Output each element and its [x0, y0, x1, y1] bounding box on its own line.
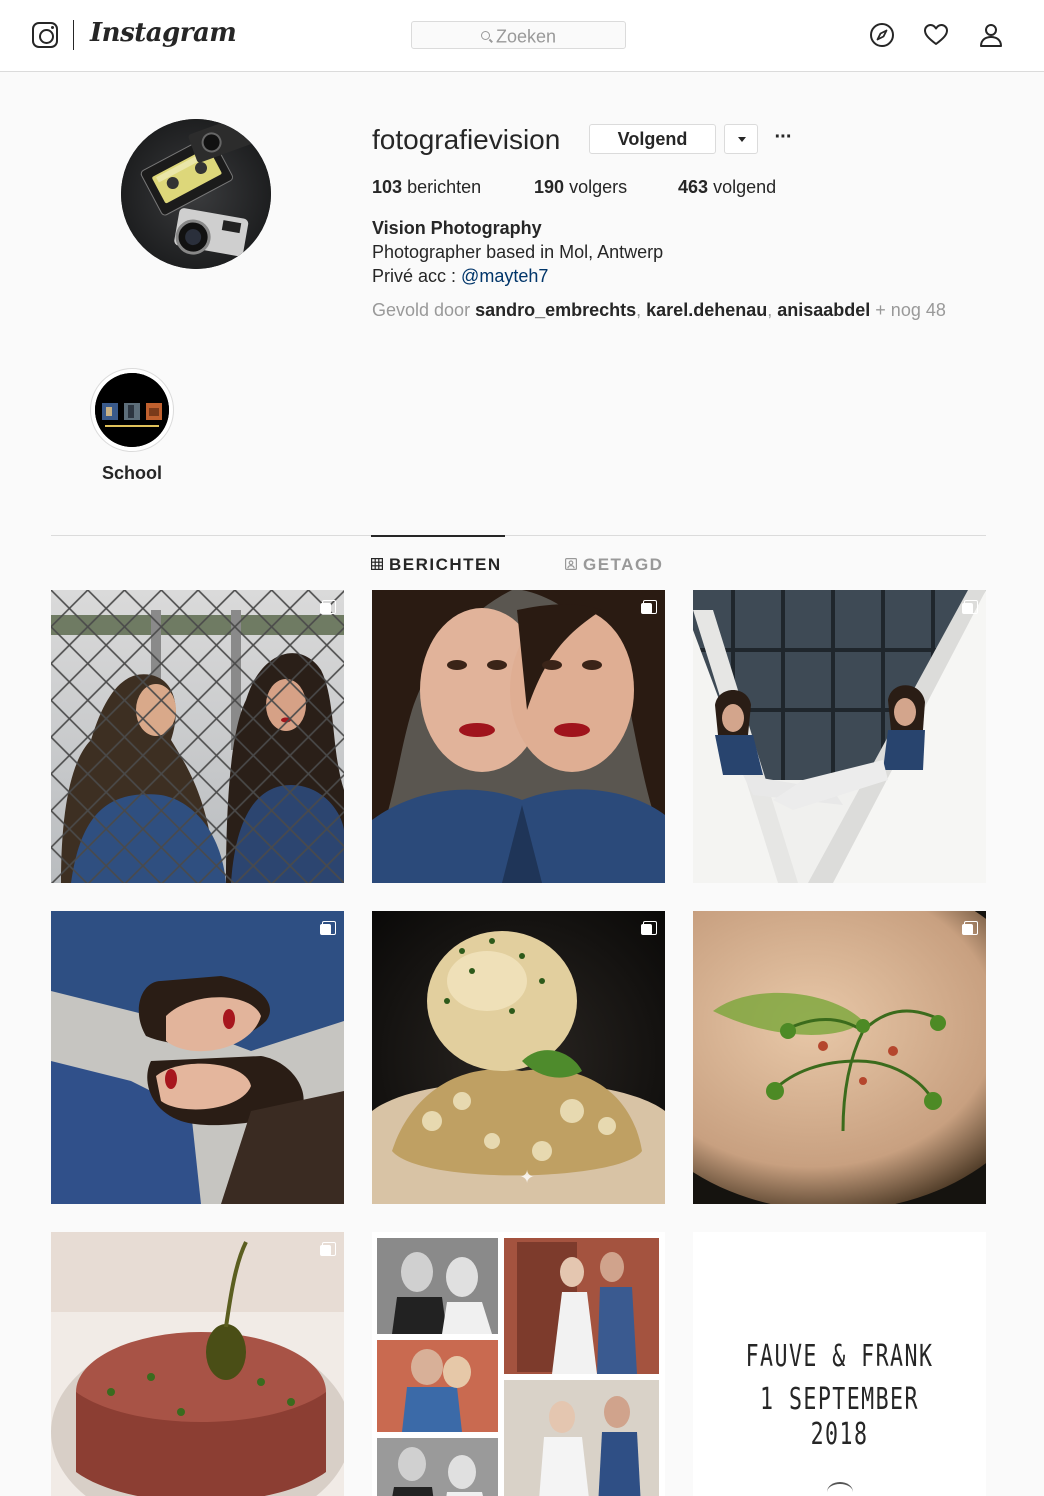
tab-tagged[interactable]: GETAGD	[565, 555, 663, 575]
tabs-divider	[51, 535, 986, 536]
profile-full-name: Vision Photography	[372, 218, 542, 238]
highlight-label: School	[101, 463, 162, 483]
instagram-camera-icon[interactable]	[32, 22, 58, 48]
following-count: 463	[678, 177, 709, 197]
multiple-images-icon	[962, 600, 978, 614]
post-thumbnail[interactable]	[51, 911, 344, 1204]
instagram-wordmark[interactable]: Instagram	[90, 18, 237, 48]
compass-icon[interactable]	[869, 22, 895, 48]
search-input[interactable]: Zoeken	[411, 21, 626, 49]
post-image	[372, 590, 665, 883]
ellipsis-icon[interactable]: ···	[772, 126, 794, 152]
posts-label: berichten	[407, 177, 482, 197]
followed-by[interactable]: Gevold door sandro_embrechts, karel.dehe…	[372, 300, 946, 321]
tab-posts-label: BERICHTEN	[389, 555, 502, 574]
profile-bio-line: Photographer based in Mol, Antwerp	[372, 242, 664, 262]
profile-icon[interactable]	[978, 22, 1004, 48]
profile-bio-line: Privé acc : @mayteh7	[372, 266, 548, 287]
bio-mention-link[interactable]: @mayteh7	[461, 266, 548, 286]
highlight-cover	[95, 373, 169, 447]
following-label: volgend	[713, 177, 777, 197]
followers-label: volgers	[569, 177, 628, 197]
post-image	[372, 1232, 665, 1496]
post-thumbnail[interactable]	[51, 1232, 344, 1496]
followed-by-user[interactable]: sandro_embrechts	[475, 300, 636, 320]
post-thumbnail[interactable]	[693, 590, 986, 883]
active-tab-indicator	[371, 535, 505, 537]
heart-icon[interactable]	[923, 22, 949, 48]
multiple-images-icon	[320, 600, 336, 614]
followed-by-user[interactable]: anisaabdel	[777, 300, 870, 320]
post-image	[51, 911, 344, 1204]
multiple-images-icon	[962, 921, 978, 935]
search-placeholder: Zoeken	[495, 26, 557, 47]
post-thumbnail[interactable]	[51, 590, 344, 883]
multiple-images-icon	[641, 921, 657, 935]
post-image	[693, 911, 986, 1204]
top-nav: Instagram Zoeken	[0, 0, 1044, 72]
profile-avatar[interactable]	[121, 119, 271, 269]
post-thumbnail[interactable]	[372, 590, 665, 883]
posts-count: 103	[372, 177, 403, 197]
following-stat[interactable]: 463 volgend	[678, 177, 776, 198]
multiple-images-icon	[320, 1242, 336, 1256]
tab-posts[interactable]: BERICHTEN	[371, 555, 502, 575]
suggestions-dropdown-button[interactable]	[724, 124, 758, 154]
search-icon	[480, 31, 490, 40]
vision-watermark-icon	[827, 1482, 853, 1496]
profile-username: fotografievision	[372, 124, 561, 155]
tab-tagged-label: GETAGD	[583, 555, 664, 574]
multiple-images-icon	[320, 921, 336, 935]
post-image	[51, 590, 344, 883]
followers-count: 190	[534, 177, 565, 197]
followed-by-more[interactable]: + nog 48	[875, 300, 946, 320]
posts-count-stat: 103 berichten	[372, 177, 481, 198]
post-thumbnail[interactable]	[693, 911, 986, 1204]
followed-by-user[interactable]: karel.dehenau	[646, 300, 767, 320]
post-thumbnail[interactable]: ✦	[372, 911, 665, 1204]
post-image	[693, 590, 986, 883]
story-highlight[interactable]	[90, 368, 174, 452]
wedding-card-line: FAUVE & FRANK	[745, 1339, 934, 1374]
grid-icon	[371, 558, 383, 570]
bio-prefix: Privé acc :	[372, 266, 457, 286]
post-image: ✦	[372, 911, 665, 1204]
tagged-user-icon	[565, 558, 577, 570]
logo-divider	[73, 20, 74, 50]
multiple-images-icon	[641, 600, 657, 614]
wedding-card-line: 1 SEPTEMBER 2018	[760, 1382, 919, 1452]
followed-by-prefix: Gevold door	[372, 300, 471, 320]
post-image	[51, 1232, 344, 1496]
following-button[interactable]: Volgend	[589, 124, 716, 154]
svg-text:✦: ✦	[519, 1167, 534, 1188]
post-thumbnail[interactable]: FAUVE & FRANK 1 SEPTEMBER 2018	[693, 1232, 986, 1496]
followers-stat[interactable]: 190 volgers	[534, 177, 627, 198]
post-thumbnail[interactable]	[372, 1232, 665, 1496]
